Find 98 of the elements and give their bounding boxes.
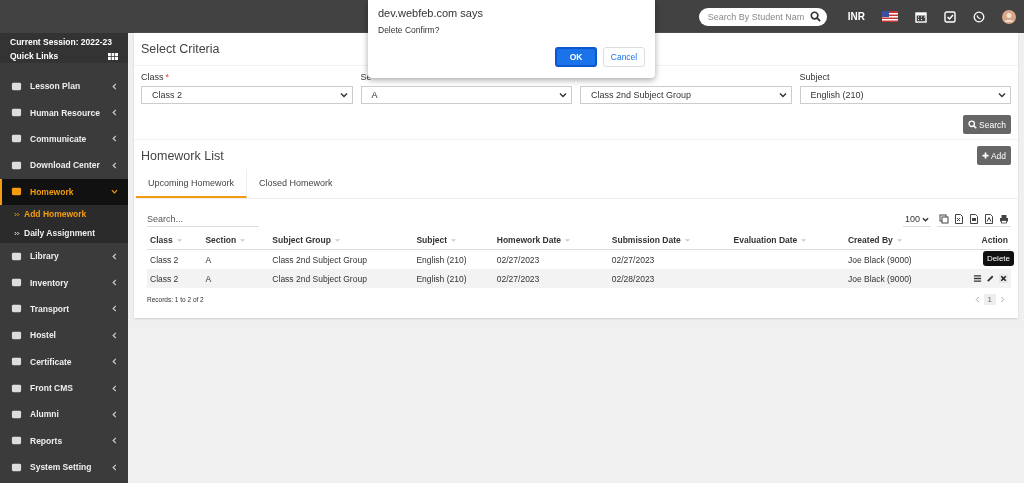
plus-icon — [981, 152, 989, 159]
chevron-left-icon — [111, 252, 118, 260]
column-header[interactable]: Evaluation Date — [733, 235, 798, 245]
column-header[interactable]: Submission Date — [611, 235, 681, 245]
column-header[interactable]: Subject — [416, 235, 448, 245]
sidebar-menu-item[interactable]: Human Resource — [0, 99, 128, 126]
column-header[interactable]: Section — [205, 235, 237, 245]
calendar-icon[interactable] — [915, 10, 927, 23]
sidebar-menu-item[interactable]: Homework — [0, 178, 128, 205]
table-cell: 02/27/2023 — [496, 254, 540, 265]
column-header[interactable]: Class — [150, 235, 173, 245]
field-label: Class — [141, 72, 164, 82]
table-cell: Class 2 — [150, 254, 179, 265]
sidebar-menu-item[interactable]: Certificate — [0, 348, 128, 375]
chevron-down-icon — [111, 188, 118, 196]
copy-icon[interactable] — [939, 214, 949, 224]
search-button[interactable]: Search — [963, 115, 1011, 134]
current-session: Current Session: 2022-23 — [10, 37, 114, 47]
chevron-left-icon — [111, 358, 118, 366]
double-chevron-icon — [14, 230, 20, 236]
pdf-file-icon[interactable] — [984, 214, 994, 224]
sidebar-menu-item[interactable]: System Setting — [0, 454, 128, 481]
sidebar-menu-item[interactable]: Transport — [0, 295, 128, 323]
table-cell: 02/27/2023 — [496, 273, 540, 284]
tab[interactable]: Closed Homework — [247, 169, 345, 198]
sidebar-menu-item[interactable]: Communicate — [0, 125, 128, 153]
required-mark: * — [165, 72, 170, 82]
chevron-left-icon — [111, 109, 118, 117]
section-title: Homework List — [141, 148, 224, 163]
chevron-left-icon — [111, 279, 118, 287]
sidebar-menu-item[interactable]: Inventory — [0, 269, 128, 296]
search-icon — [968, 120, 978, 129]
page-length-select[interactable]: 100 — [902, 212, 931, 227]
table-search-field[interactable]: Search... — [147, 212, 259, 227]
chevron-left-icon — [111, 411, 118, 418]
select-field[interactable]: Class 2nd Subject Group — [580, 86, 792, 104]
column-header[interactable]: Homework Date — [496, 235, 562, 245]
excel-file-icon[interactable] — [954, 214, 964, 224]
double-chevron-icon — [14, 211, 20, 217]
sidebar-menu-item[interactable]: Hostel — [0, 322, 128, 349]
pencil-icon[interactable] — [986, 274, 995, 283]
table-cell: 02/27/2023 — [611, 254, 655, 265]
csv-file-icon[interactable] — [969, 214, 979, 224]
table-cell: Joe Black (9000) — [847, 273, 912, 284]
chevron-left-icon — [111, 305, 118, 313]
sidebar-menu-item[interactable]: Lesson Plan — [0, 73, 128, 100]
table-cell: A — [205, 254, 212, 265]
delete-icon[interactable] — [999, 274, 1008, 283]
chevron-down-icon — [339, 91, 348, 99]
chevron-down-icon — [559, 91, 567, 99]
sidebar-menu-item[interactable]: Download Center — [0, 152, 128, 179]
student-search-field[interactable]: Search By Student Nam — [698, 7, 827, 26]
column-header[interactable]: Action — [981, 235, 1008, 245]
table-cell: Class 2 — [150, 273, 179, 284]
table-cell: 02/28/2023 — [611, 273, 655, 284]
column-header[interactable]: Created By — [847, 235, 893, 245]
sidebar-menu-item[interactable]: Alumni — [0, 401, 128, 428]
avatar-icon[interactable] — [1002, 9, 1016, 24]
cancel-button[interactable]: Cancel — [603, 47, 645, 67]
table-cell: English (210) — [416, 273, 467, 284]
print-icon[interactable] — [999, 214, 1009, 224]
search-icon[interactable] — [809, 11, 821, 22]
tooltip: Delete — [982, 251, 1014, 266]
table-cell: Class 2nd Subject Group — [272, 273, 367, 284]
currency-selector[interactable]: INR — [847, 11, 865, 22]
select-field[interactable]: English (210) — [799, 86, 1011, 104]
sidebar-menu-item[interactable]: Front CMS — [0, 374, 128, 402]
add-button[interactable]: Add — [976, 146, 1011, 165]
dialog-title: dev.webfeb.com says — [378, 7, 484, 19]
sidebar-menu-item[interactable]: Reports — [0, 427, 128, 455]
quick-links-label[interactable]: Quick Links — [10, 51, 59, 61]
ok-button[interactable]: OK — [555, 47, 597, 67]
select-field[interactable]: Class 2 — [141, 86, 353, 104]
table-cell: English (210) — [416, 254, 467, 265]
dialog-message: Delete Confirm? — [378, 25, 441, 35]
page-number[interactable]: 1 — [983, 294, 996, 305]
column-header[interactable]: Subject Group — [272, 235, 331, 245]
flag-icon[interactable] — [882, 11, 898, 22]
chevron-left-icon — [111, 437, 118, 445]
table-cell: Joe Black (9000) — [847, 254, 912, 265]
checkbox-icon[interactable] — [944, 10, 956, 23]
chevron-down-icon — [922, 215, 929, 223]
table-cell: A — [205, 273, 212, 284]
chevron-left-icon — [111, 135, 118, 143]
list-icon[interactable] — [973, 274, 982, 283]
field-label: Subject — [799, 72, 830, 82]
chevron-left-icon — [111, 161, 118, 169]
phone-chat-icon[interactable] — [973, 10, 985, 23]
sidebar-menu-item[interactable]: Library — [0, 242, 128, 270]
chevron-left-icon — [111, 82, 118, 90]
chevron-left-icon — [111, 331, 118, 339]
chevron-down-icon — [778, 91, 787, 99]
select-field[interactable]: A — [360, 86, 572, 104]
table-cell: Class 2nd Subject Group — [272, 254, 367, 265]
chevron-left-icon — [111, 463, 118, 471]
chevron-down-icon — [998, 91, 1006, 99]
tab[interactable]: Upcoming Homework — [136, 169, 248, 198]
chevron-left-icon — [111, 384, 118, 392]
